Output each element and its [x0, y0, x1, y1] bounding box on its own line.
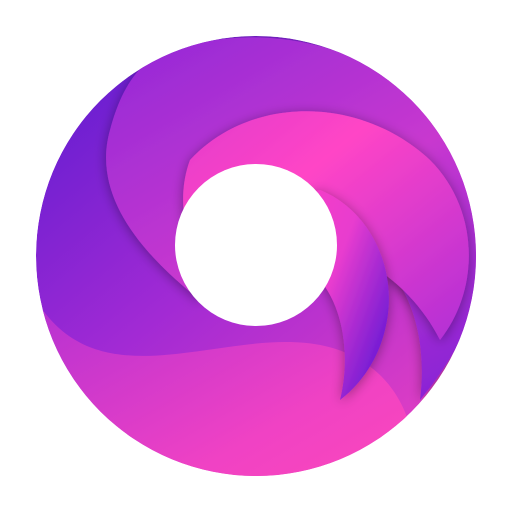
ring-swirl-logo-icon [36, 36, 476, 476]
logo-canvas [0, 0, 512, 512]
logo-center-hole [175, 164, 337, 326]
